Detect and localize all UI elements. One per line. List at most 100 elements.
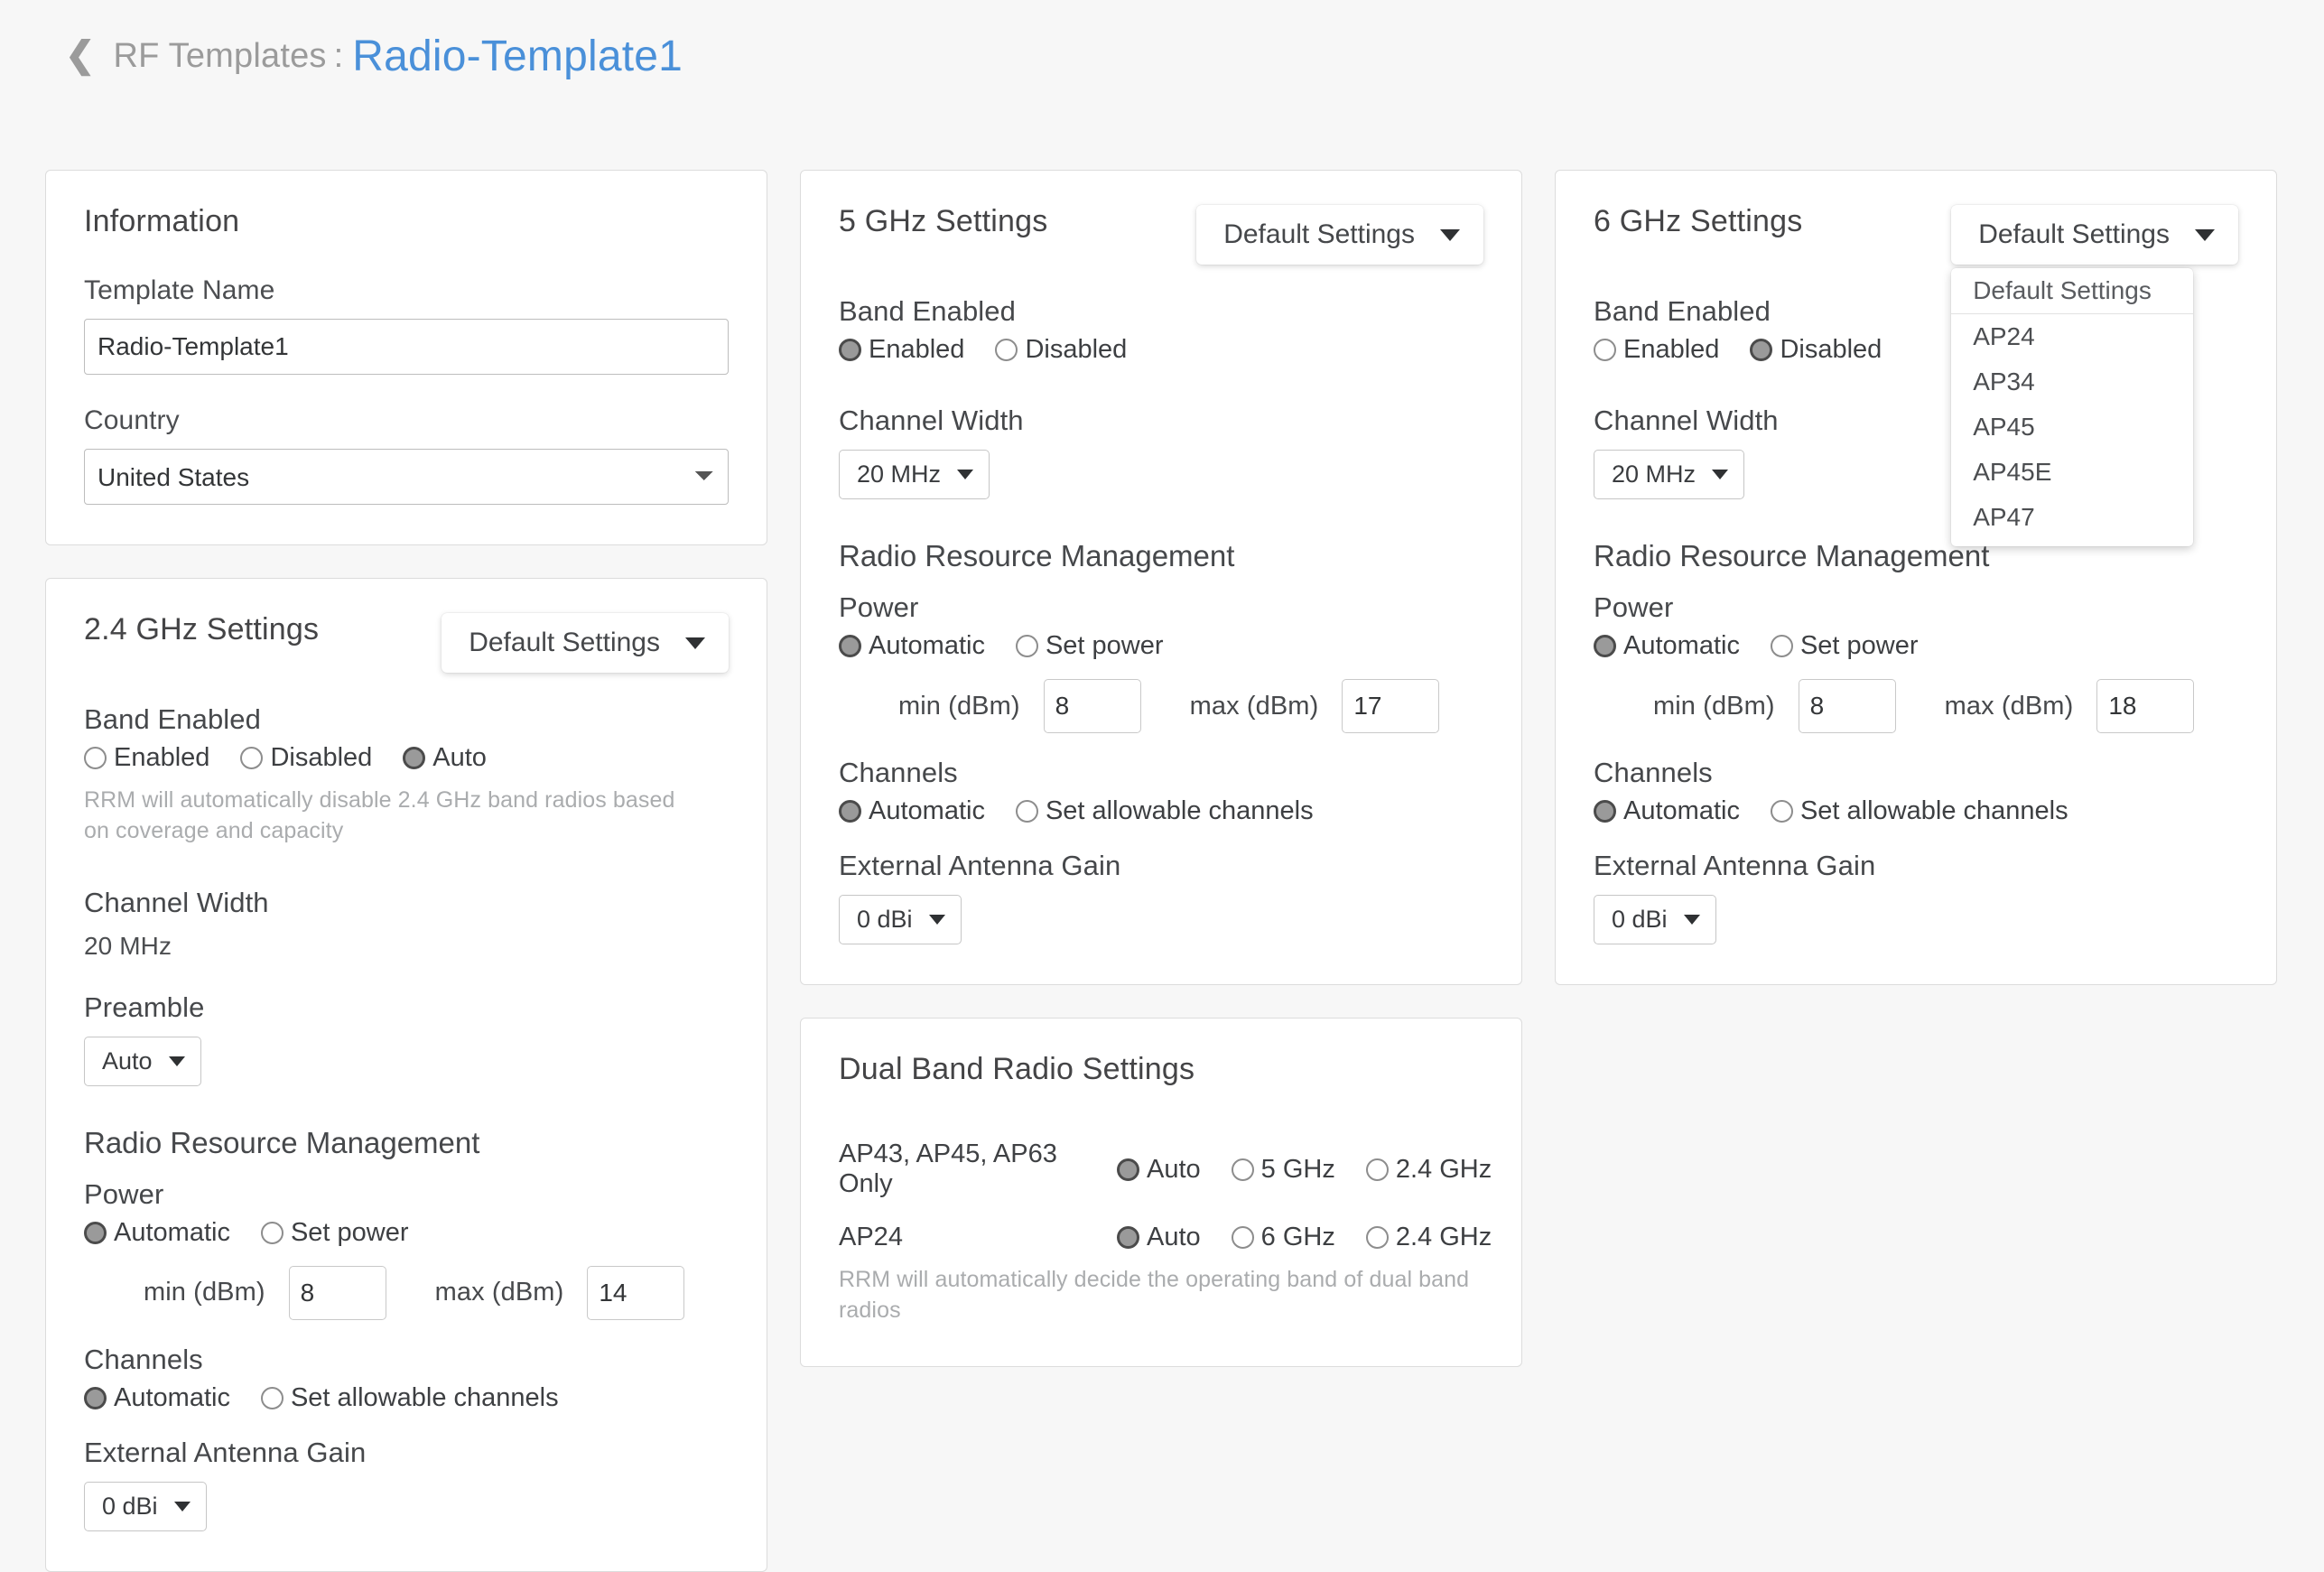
radio-indicator: [995, 339, 1018, 361]
band-6-radio-enabled[interactable]: Enabled: [1594, 335, 1719, 365]
chevron-down-icon: [174, 1502, 191, 1512]
band-24-channels-automatic[interactable]: Automatic: [84, 1383, 230, 1413]
band-5-channels-automatic[interactable]: Automatic: [839, 796, 985, 826]
radio-label: Disabled: [1025, 335, 1127, 365]
band-6-title: 6 GHz Settings: [1594, 205, 1802, 238]
band-24-min-input[interactable]: [289, 1266, 386, 1320]
radio-label: Set allowable channels: [1046, 796, 1314, 826]
dual-band-row1-6ghz[interactable]: 6 GHz: [1232, 1223, 1335, 1252]
dropdown-item-ap34[interactable]: AP34: [1951, 359, 2193, 405]
band-24-power-set[interactable]: Set power: [261, 1218, 409, 1248]
radio-indicator: [1771, 800, 1793, 823]
dual-band-row0-5ghz[interactable]: 5 GHz: [1232, 1155, 1335, 1185]
page-header: ❮ RF Templates : Radio-Template1: [0, 0, 2324, 113]
band-5-min-input[interactable]: [1044, 679, 1141, 733]
dual-band-row-options: Auto 5 GHz 2.4 GHz: [1117, 1155, 1492, 1185]
radio-indicator: [1594, 339, 1616, 361]
band-6-antenna-gain-label: External Antenna Gain: [1594, 850, 2238, 882]
dropdown-item-ap47[interactable]: AP47: [1951, 495, 2193, 540]
band-5-channel-width-label: Channel Width: [839, 405, 1483, 437]
dual-band-hint: RRM will automatically decide the operat…: [839, 1265, 1483, 1326]
dual-band-row1-24ghz[interactable]: 2.4 GHz: [1366, 1223, 1492, 1252]
band-24-min-label: min (dBm): [144, 1278, 265, 1307]
band-5-antenna-gain-value: 0 dBi: [857, 906, 913, 934]
radio-label: Automatic: [114, 1383, 230, 1413]
band-5-channels-set[interactable]: Set allowable channels: [1016, 796, 1314, 826]
band-24-antenna-gain-label: External Antenna Gain: [84, 1437, 729, 1469]
radio-indicator: [261, 1387, 284, 1409]
band-24-preamble-label: Preamble: [84, 991, 729, 1024]
band-24-power-automatic[interactable]: Automatic: [84, 1218, 230, 1248]
breadcrumb-separator: :: [334, 37, 344, 76]
radio-indicator: [240, 747, 263, 769]
band-24-radio-auto[interactable]: Auto: [403, 743, 487, 773]
band-6-preset-dropdown[interactable]: Default Settings AP24 AP34 AP45 AP45E AP…: [1951, 268, 2193, 546]
band-5-max-input[interactable]: [1342, 679, 1439, 733]
dropdown-item-ap24[interactable]: AP24: [1951, 314, 2193, 359]
band-6-radio-disabled[interactable]: Disabled: [1750, 335, 1882, 365]
band-24-max-input[interactable]: [587, 1266, 684, 1320]
radio-label: Automatic: [869, 631, 985, 661]
radio-label: 2.4 GHz: [1396, 1155, 1492, 1185]
band-6-channel-width-select[interactable]: 20 MHz: [1594, 450, 1744, 499]
band-24-channels-set[interactable]: Set allowable channels: [261, 1383, 559, 1413]
chevron-left-icon[interactable]: ❮: [65, 37, 96, 73]
band-24-preamble-select[interactable]: Auto: [84, 1037, 201, 1086]
band-6-power-automatic[interactable]: Automatic: [1594, 631, 1740, 661]
radio-indicator: [1117, 1226, 1139, 1249]
band-24-channels-label: Channels: [84, 1344, 729, 1376]
dropdown-item-ap45e[interactable]: AP45E: [1951, 450, 2193, 495]
band-5-antenna-gain-select[interactable]: 0 dBi: [839, 895, 962, 944]
dual-band-row0-auto[interactable]: Auto: [1117, 1155, 1201, 1185]
band-24-radio-enabled[interactable]: Enabled: [84, 743, 209, 773]
chevron-down-icon: [1712, 470, 1728, 479]
band-24-antenna-gain-value: 0 dBi: [102, 1493, 158, 1521]
dropdown-item-ap45[interactable]: AP45: [1951, 405, 2193, 450]
band-5-card-header: 5 GHz Settings Default Settings: [839, 205, 1483, 265]
band-5-card: 5 GHz Settings Default Settings Band Ena…: [800, 170, 1522, 985]
dual-band-row-options: Auto 6 GHz 2.4 GHz: [1117, 1223, 1492, 1252]
template-name-input[interactable]: [84, 319, 729, 375]
band-6-channels-automatic[interactable]: Automatic: [1594, 796, 1740, 826]
band-6-min-input[interactable]: [1799, 679, 1896, 733]
band-6-preset-button[interactable]: Default Settings: [1951, 205, 2238, 265]
band-5-radio-enabled[interactable]: Enabled: [839, 335, 964, 365]
dual-band-row: AP24 Auto 6 GHz 2.4 GHz: [839, 1223, 1483, 1252]
dual-band-row1-auto[interactable]: Auto: [1117, 1223, 1201, 1252]
dual-band-card: Dual Band Radio Settings AP43, AP45, AP6…: [800, 1018, 1522, 1367]
band-6-max-input[interactable]: [2096, 679, 2194, 733]
band-24-channel-width-label: Channel Width: [84, 887, 729, 919]
radio-label: Automatic: [869, 796, 985, 826]
radio-label: Auto: [1147, 1223, 1201, 1252]
band-24-card: 2.4 GHz Settings Default Settings Band E…: [45, 578, 767, 1572]
country-select[interactable]: United States: [84, 449, 729, 505]
band-24-rrm-title: Radio Resource Management: [84, 1126, 729, 1160]
band-6-channels-set[interactable]: Set allowable channels: [1771, 796, 2068, 826]
breadcrumb-parent[interactable]: RF Templates: [114, 37, 327, 76]
band-24-radio-disabled[interactable]: Disabled: [240, 743, 372, 773]
band-24-card-header: 2.4 GHz Settings Default Settings: [84, 613, 729, 673]
band-6-card-header: 6 GHz Settings Default Settings Default …: [1594, 205, 2238, 265]
dual-band-row0-24ghz[interactable]: 2.4 GHz: [1366, 1155, 1492, 1185]
band-24-preset-button[interactable]: Default Settings: [442, 613, 729, 673]
radio-label: Disabled: [270, 743, 372, 773]
information-card-header: Information: [84, 205, 729, 252]
band-6-power-set[interactable]: Set power: [1771, 631, 1919, 661]
band-5-power-set[interactable]: Set power: [1016, 631, 1164, 661]
dual-band-row-name: AP43, AP45, AP63 Only: [839, 1139, 1117, 1199]
band-6-antenna-gain-select[interactable]: 0 dBi: [1594, 895, 1716, 944]
dropdown-item-default-settings[interactable]: Default Settings: [1951, 268, 2193, 314]
radio-indicator: [1117, 1158, 1139, 1181]
band-5-power-automatic[interactable]: Automatic: [839, 631, 985, 661]
radio-indicator: [1016, 635, 1038, 657]
band-24-antenna-gain-select[interactable]: 0 dBi: [84, 1482, 207, 1531]
band-5-power-radios: Automatic Set power: [839, 631, 1483, 661]
band-6-preset-wrap: Default Settings Default Settings AP24 A…: [1951, 205, 2238, 265]
band-5-channel-width-select[interactable]: 20 MHz: [839, 450, 990, 499]
band-5-preset-button[interactable]: Default Settings: [1196, 205, 1483, 265]
page-title: Radio-Template1: [352, 32, 683, 81]
band-6-antenna-gain-value: 0 dBi: [1612, 906, 1668, 934]
column-left: Information Template Name Country United…: [45, 170, 767, 1572]
band-5-radio-disabled[interactable]: Disabled: [995, 335, 1127, 365]
dropdown-item-ap47d[interactable]: AP47D: [1951, 540, 2193, 546]
